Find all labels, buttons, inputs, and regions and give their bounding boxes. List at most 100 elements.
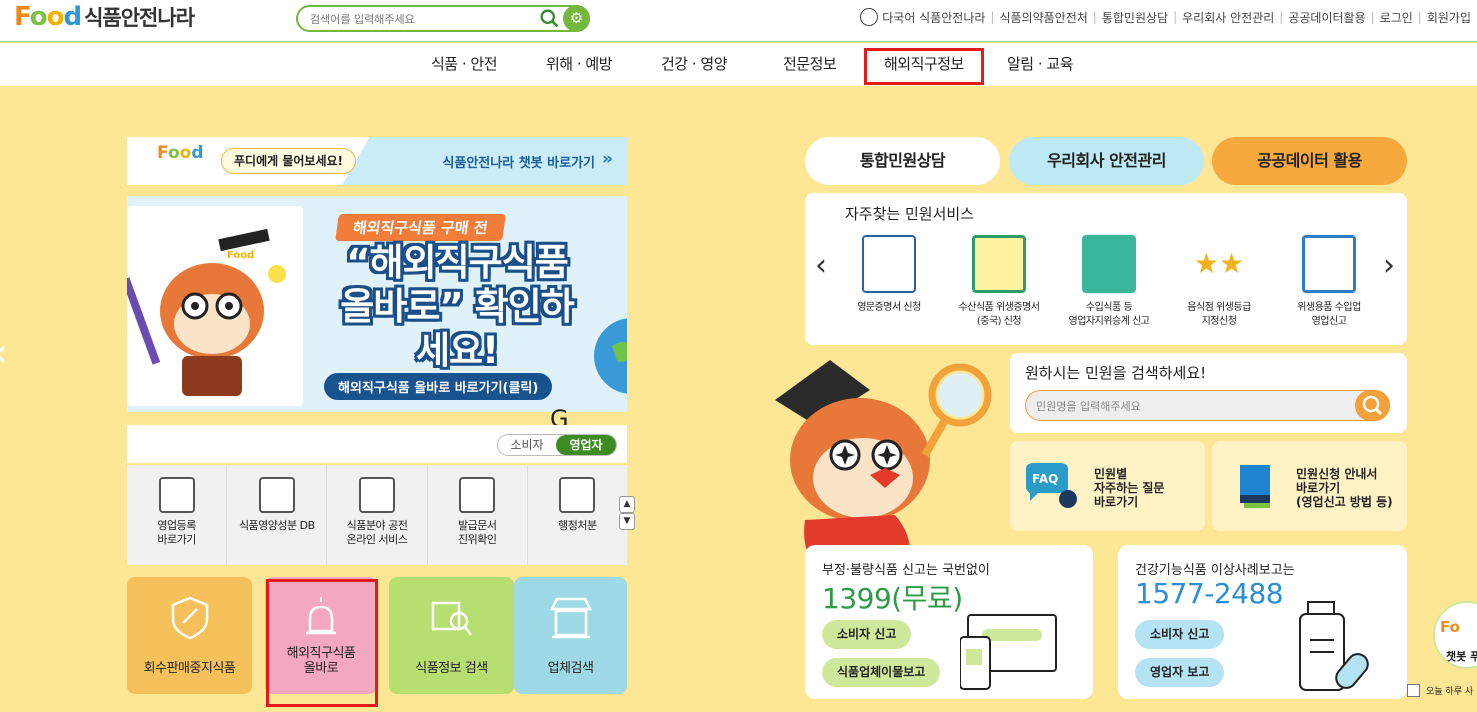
frequent-english-cert[interactable]: 영문증명서 신청 — [834, 235, 944, 315]
nav-expert-info[interactable]: 전문정보 — [783, 43, 837, 86]
consumer-report-button-2[interactable]: 소비자 신고 — [1135, 620, 1225, 649]
scroll-down-button[interactable]: ▼ — [619, 513, 635, 530]
faq-text: 민원별 자주하는 질문 바로가기 — [1094, 467, 1165, 509]
link-mfds[interactable]: 식품의약품안전처 — [999, 9, 1087, 26]
report-number: 1399(무료) — [822, 582, 963, 615]
service-business-registration[interactable]: 영업등록 바로가기 — [127, 465, 228, 565]
business-services: 영업등록 바로가기 식품영양성분 DB 식품분야 공전 온라인 서비스 발급문서… — [127, 465, 627, 565]
monitor-phone-icon — [960, 614, 1057, 690]
report-heading: 부정·불량식품 신고는 국번없이 — [822, 563, 990, 578]
gear-icon[interactable]: ⚙ — [563, 5, 590, 32]
storefront-icon — [158, 477, 195, 513]
chatbot-fab-icon: Fo 챗봇 푸 — [1433, 601, 1477, 669]
mascot-card: Food — [127, 206, 303, 406]
search-icon — [1362, 395, 1383, 416]
report-card-1399: 부정·불량식품 신고는 국번없이 1399(무료) 소비자 신고 식품업체이물보… — [805, 545, 1093, 699]
user-type-switch[interactable]: 소비자 영업자 — [497, 434, 617, 456]
nav-hazard-prevention[interactable]: 위해 · 예방 — [546, 43, 613, 86]
tile-label: 업체검색 — [547, 661, 594, 676]
frequent-hygiene-grade[interactable]: ★★ 음식점 위생등급 지정신청 — [1164, 235, 1274, 329]
tile-food-info-search[interactable]: 식품정보 검색 — [389, 577, 514, 694]
main-nav: 식품 · 안전 위해 · 예방 건강 · 영양 전문정보 해외직구정보 알림 ·… — [0, 43, 1477, 86]
user-type-toggle-bar: 소비자 영업자 — [127, 425, 627, 463]
chatbot-banner[interactable]: Food 푸디에게 물어보세요! 식품안전나라 챗봇 바로가기 » — [127, 137, 627, 185]
document-search-icon — [459, 477, 496, 513]
globe-icon — [860, 8, 879, 26]
site-logo[interactable]: Food 식품안전나라 — [14, 2, 195, 32]
service-label: 행정처분 — [558, 519, 597, 532]
banner-headline: “해외직구식품 올바로” 확인하세요! — [340, 241, 574, 372]
today-hide-checkbox[interactable] — [1407, 684, 1420, 697]
banner-tag: 해외직구식품 구매 전 — [335, 214, 506, 241]
frequent-sanitary-import[interactable]: 위생용품 수입업 영업신고 — [1274, 235, 1384, 329]
banner-prev-icon[interactable]: ‹ — [131, 379, 140, 404]
chevron-right-icon[interactable]: › — [1383, 248, 1395, 283]
nav-highlight-box — [864, 48, 984, 85]
search-icon[interactable] — [539, 8, 560, 29]
consumer-report-button[interactable]: 소비자 신고 — [822, 620, 912, 649]
tab-civil-consultation[interactable]: 통합민원상담 — [805, 137, 1000, 185]
nav-health-nutrition[interactable]: 건강 · 영양 — [661, 43, 728, 86]
service-food-code[interactable]: 식품분야 공전 온라인 서비스 — [327, 465, 428, 565]
guide-card[interactable]: 민원신청 안내서 바로가기 (영업신고 방법 등) — [1212, 441, 1407, 531]
link-civil[interactable]: 통합민원상담 — [1102, 9, 1168, 26]
toggle-consumer[interactable]: 소비자 — [498, 435, 556, 455]
frequent-services-panel: 자주찾는 민원서비스 ‹ › 영문증명서 신청 수산식품 위생증명서 (중국) … — [805, 193, 1407, 345]
tile-company-search[interactable]: 업체검색 — [514, 577, 627, 694]
faq-card[interactable]: FAQ 민원별 자주하는 질문 바로가기 — [1010, 441, 1205, 531]
service-doc-verify[interactable]: 발급문서 진위확인 — [428, 465, 528, 565]
logo-food-wordmark: Food — [14, 2, 82, 32]
link-login[interactable]: 로그인 — [1380, 9, 1413, 26]
frequent-label: 영문증명서 신청 — [857, 302, 921, 313]
nav-food-safety[interactable]: 식품 · 안전 — [431, 43, 498, 86]
service-admin-disposition[interactable]: 행정처분 — [528, 465, 627, 565]
banner-cta-button[interactable]: 해외직구식품 올바로 바로가기(클릭) — [324, 373, 553, 400]
overseas-food-banner[interactable]: Food 해외직구식품 구매 전 “해외직구식품 올바로” 확인하세요! 해외직… — [127, 196, 627, 412]
scroll-up-button[interactable]: ▲ — [619, 496, 635, 513]
database-icon — [258, 477, 295, 513]
foreign-matter-report-button[interactable]: 식품업체이물보고 — [822, 658, 941, 687]
frequent-china-cert[interactable]: 수산식품 위생증명서 (중국) 신청 — [944, 235, 1054, 329]
frequent-title: 자주찾는 민원서비스 — [845, 205, 974, 223]
report-number: 1577-2488 — [1135, 577, 1284, 610]
business-report-button[interactable]: 영업자 보고 — [1135, 658, 1225, 687]
link-opendata[interactable]: 공공데이터활용 — [1288, 9, 1365, 26]
svg-text:Fo: Fo — [1440, 618, 1460, 636]
report-heading: 건강기능식품 이상사례보고는 — [1135, 563, 1295, 578]
service-nutrition-db[interactable]: 식품영양성분 DB — [227, 465, 328, 565]
report-card-health-func: 건강기능식품 이상사례보고는 1577-2488 소비자 신고 영업자 보고 — [1118, 545, 1407, 699]
certificate-icon — [862, 235, 916, 293]
mascot-badge: Food — [227, 250, 254, 261]
civil-search-input[interactable]: 민원명을 입력해주세요 — [1025, 390, 1390, 421]
handshake-icon — [1082, 235, 1136, 293]
chatbot-fab[interactable]: Fo 챗봇 푸 — [1432, 600, 1477, 680]
today-hide-option[interactable]: 오늘 하루 사 — [1407, 684, 1473, 697]
mascot-graduate-icon: Food — [127, 228, 286, 396]
siren-icon — [559, 477, 596, 513]
carousel-prev-icon[interactable]: ‹ — [0, 330, 8, 376]
chevron-left-icon[interactable]: ‹ — [815, 248, 827, 283]
link-multilingual[interactable]: 다국어 식품안전나라 — [882, 9, 985, 26]
faq-icon: FAQ — [1026, 463, 1077, 508]
tile-recall-food[interactable]: 회수판매중지식품 — [127, 577, 252, 694]
guide-text: 민원신청 안내서 바로가기 (영업신고 방법 등) — [1296, 467, 1393, 509]
civil-search-button[interactable] — [1355, 390, 1390, 421]
civil-search-question: 원하시는 민원을 검색하세요! — [1025, 364, 1207, 382]
service-label: 식품분야 공전 온라인 서비스 — [346, 519, 408, 546]
toggle-business[interactable]: 영업자 — [556, 435, 616, 455]
tab-company-safety[interactable]: 우리회사 안전관리 — [1009, 137, 1204, 185]
search-input[interactable]: 검색어를 입력해주세요 — [310, 11, 415, 27]
tab-public-data[interactable]: 공공데이터 활용 — [1212, 137, 1407, 185]
link-company-safety[interactable]: 우리회사 안전관리 — [1182, 9, 1274, 26]
service-label: 식품영양성분 DB — [238, 519, 315, 532]
link-signup[interactable]: 회원가입 — [1427, 9, 1471, 26]
shield-icon — [171, 596, 208, 640]
nav-notice-education[interactable]: 알림 · 교육 — [1007, 43, 1074, 86]
magnifier-icon — [431, 601, 472, 636]
shop-icon — [549, 597, 592, 639]
china-cert-icon — [972, 235, 1026, 293]
frequent-succession[interactable]: 수입식품 등 영업자지위승계 신고 — [1054, 235, 1164, 329]
chatbot-link[interactable]: 식품안전나라 챗봇 바로가기 — [442, 152, 595, 171]
svg-text:챗봇 푸: 챗봇 푸 — [1446, 649, 1477, 663]
foodie-logo-icon: Food — [157, 143, 204, 163]
